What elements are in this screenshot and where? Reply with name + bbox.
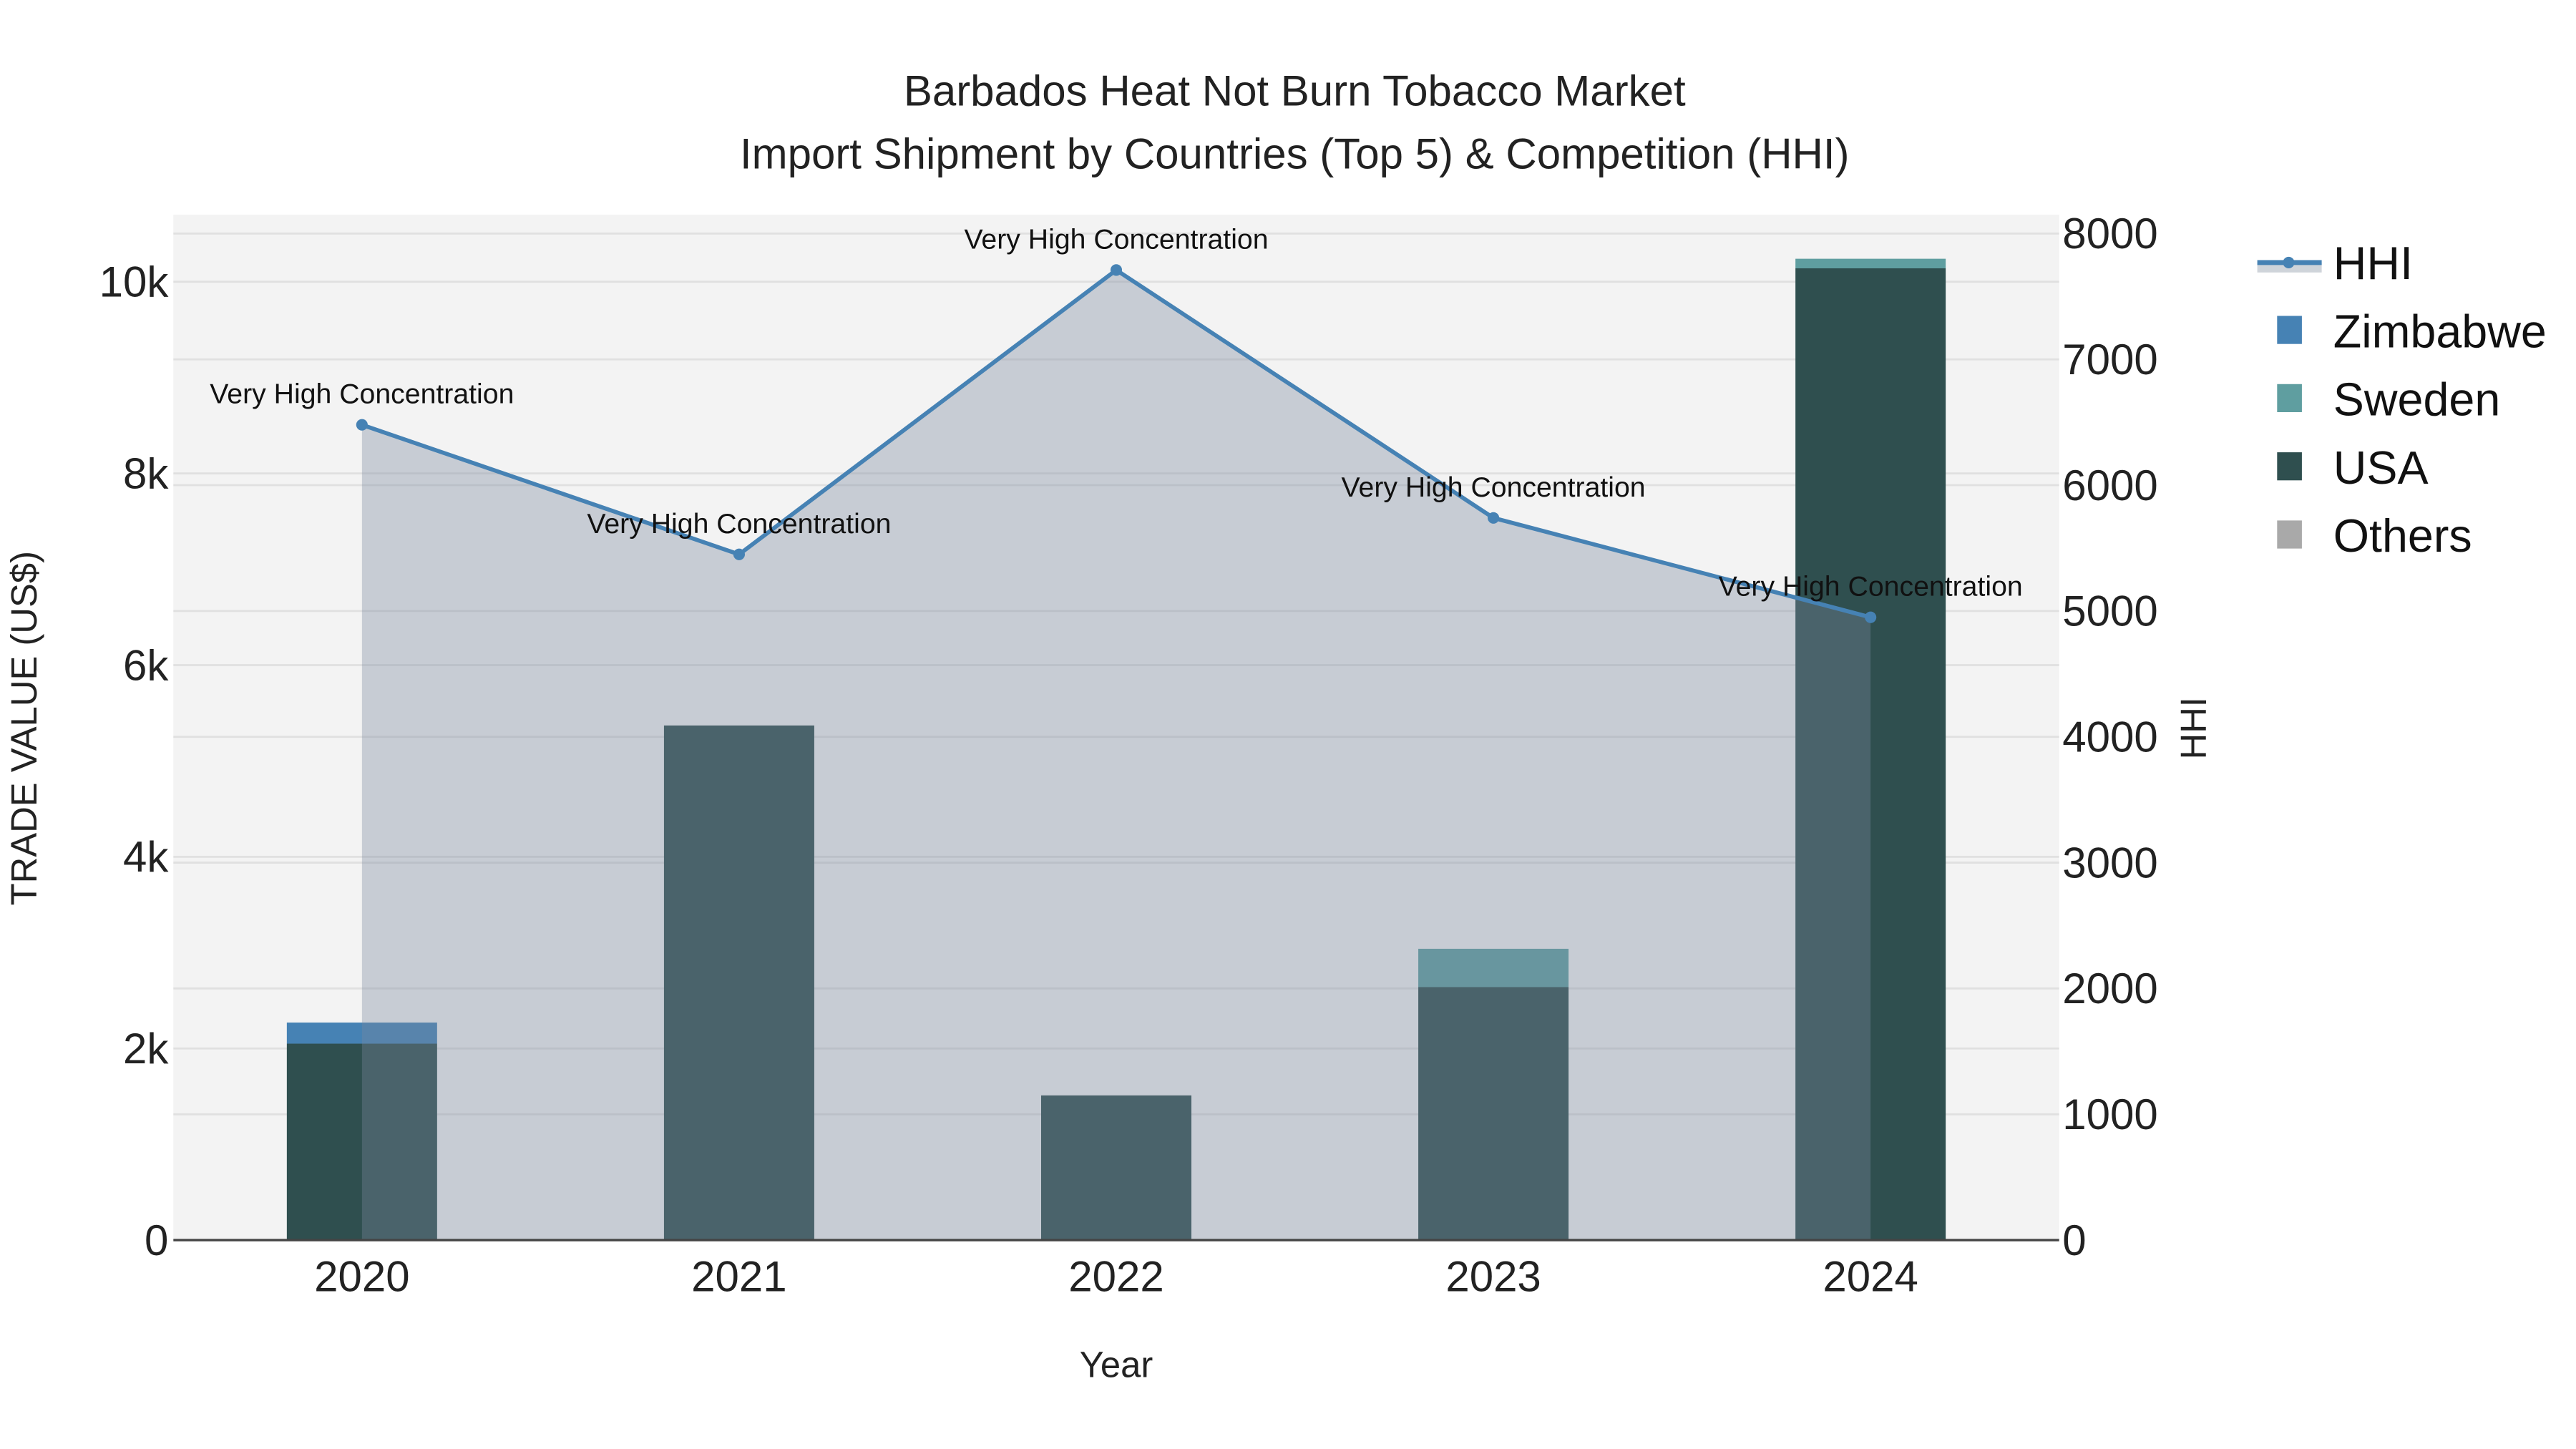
y-tick-label: 8k [123, 449, 169, 497]
legend-label-sweden: Sweden [2333, 374, 2500, 426]
y2-tick-label: 3000 [2062, 839, 2157, 887]
x-tick-label: 2024 [1823, 1253, 1918, 1301]
hhi-point-2022 [1110, 264, 1123, 276]
y2-tick-label: 0 [2062, 1216, 2086, 1264]
hhi-annotation: Very High Concentration [1719, 571, 2023, 602]
hhi-point-2020 [356, 419, 368, 431]
y2-tick-label: 1000 [2062, 1091, 2157, 1138]
y2-tick-label: 7000 [2062, 336, 2157, 384]
chart: Barbados Heat Not Burn Tobacco Market Im… [0, 0, 2576, 1449]
x-tick-label: 2023 [1445, 1253, 1541, 1301]
y2-axis-ticks: 0 1000 2000 3000 4000 5000 6000 7000 8000 [2062, 210, 2157, 1264]
legend-label-hhi: HHI [2333, 238, 2413, 289]
hhi-point-2021 [733, 548, 745, 560]
legend-swatch-zimbabwe [2277, 316, 2302, 344]
y2-tick-label: 5000 [2062, 587, 2157, 635]
legend-label-usa: USA [2333, 442, 2429, 494]
x-tick-label: 2021 [691, 1253, 786, 1301]
chart-title-line1: Barbados Heat Not Burn Tobacco Market [904, 67, 1686, 115]
chart-title-line2: Import Shipment by Countries (Top 5) & C… [740, 130, 1850, 177]
y-tick-label: 6k [123, 641, 169, 689]
y2-tick-label: 2000 [2062, 965, 2157, 1013]
y-axis-title: TRADE VALUE (US$) [4, 551, 44, 905]
hhi-annotation: Very High Concentration [964, 223, 1268, 255]
y-tick-label: 2k [123, 1025, 169, 1073]
y2-tick-label: 4000 [2062, 713, 2157, 761]
hhi-point-2024 [1865, 611, 1877, 623]
x-axis-title: Year [1080, 1345, 1153, 1385]
legend-label-zimbabwe: Zimbabwe [2333, 306, 2547, 357]
x-tick-label: 2022 [1068, 1253, 1163, 1301]
legend-hhi-marker [2283, 256, 2295, 268]
y-tick-label: 4k [123, 833, 169, 881]
legend-swatch-others [2277, 520, 2302, 549]
hhi-annotation: Very High Concentration [587, 508, 891, 540]
y2-tick-label: 6000 [2062, 462, 2157, 509]
bar-sweden-2024 [1795, 258, 1946, 269]
y2-tick-label: 8000 [2062, 210, 2157, 258]
legend-swatch-sweden [2277, 384, 2302, 412]
y2-axis-title: HHI [2173, 697, 2214, 759]
hhi-annotation: Very High Concentration [210, 379, 514, 410]
legend-label-others: Others [2333, 510, 2472, 562]
x-tick-label: 2020 [314, 1253, 409, 1301]
hhi-point-2023 [1488, 512, 1500, 524]
y-tick-label: 0 [145, 1216, 168, 1264]
hhi-annotation: Very High Concentration [1342, 472, 1646, 503]
y-tick-label: 10k [99, 258, 170, 306]
legend-swatch-usa [2277, 452, 2302, 481]
